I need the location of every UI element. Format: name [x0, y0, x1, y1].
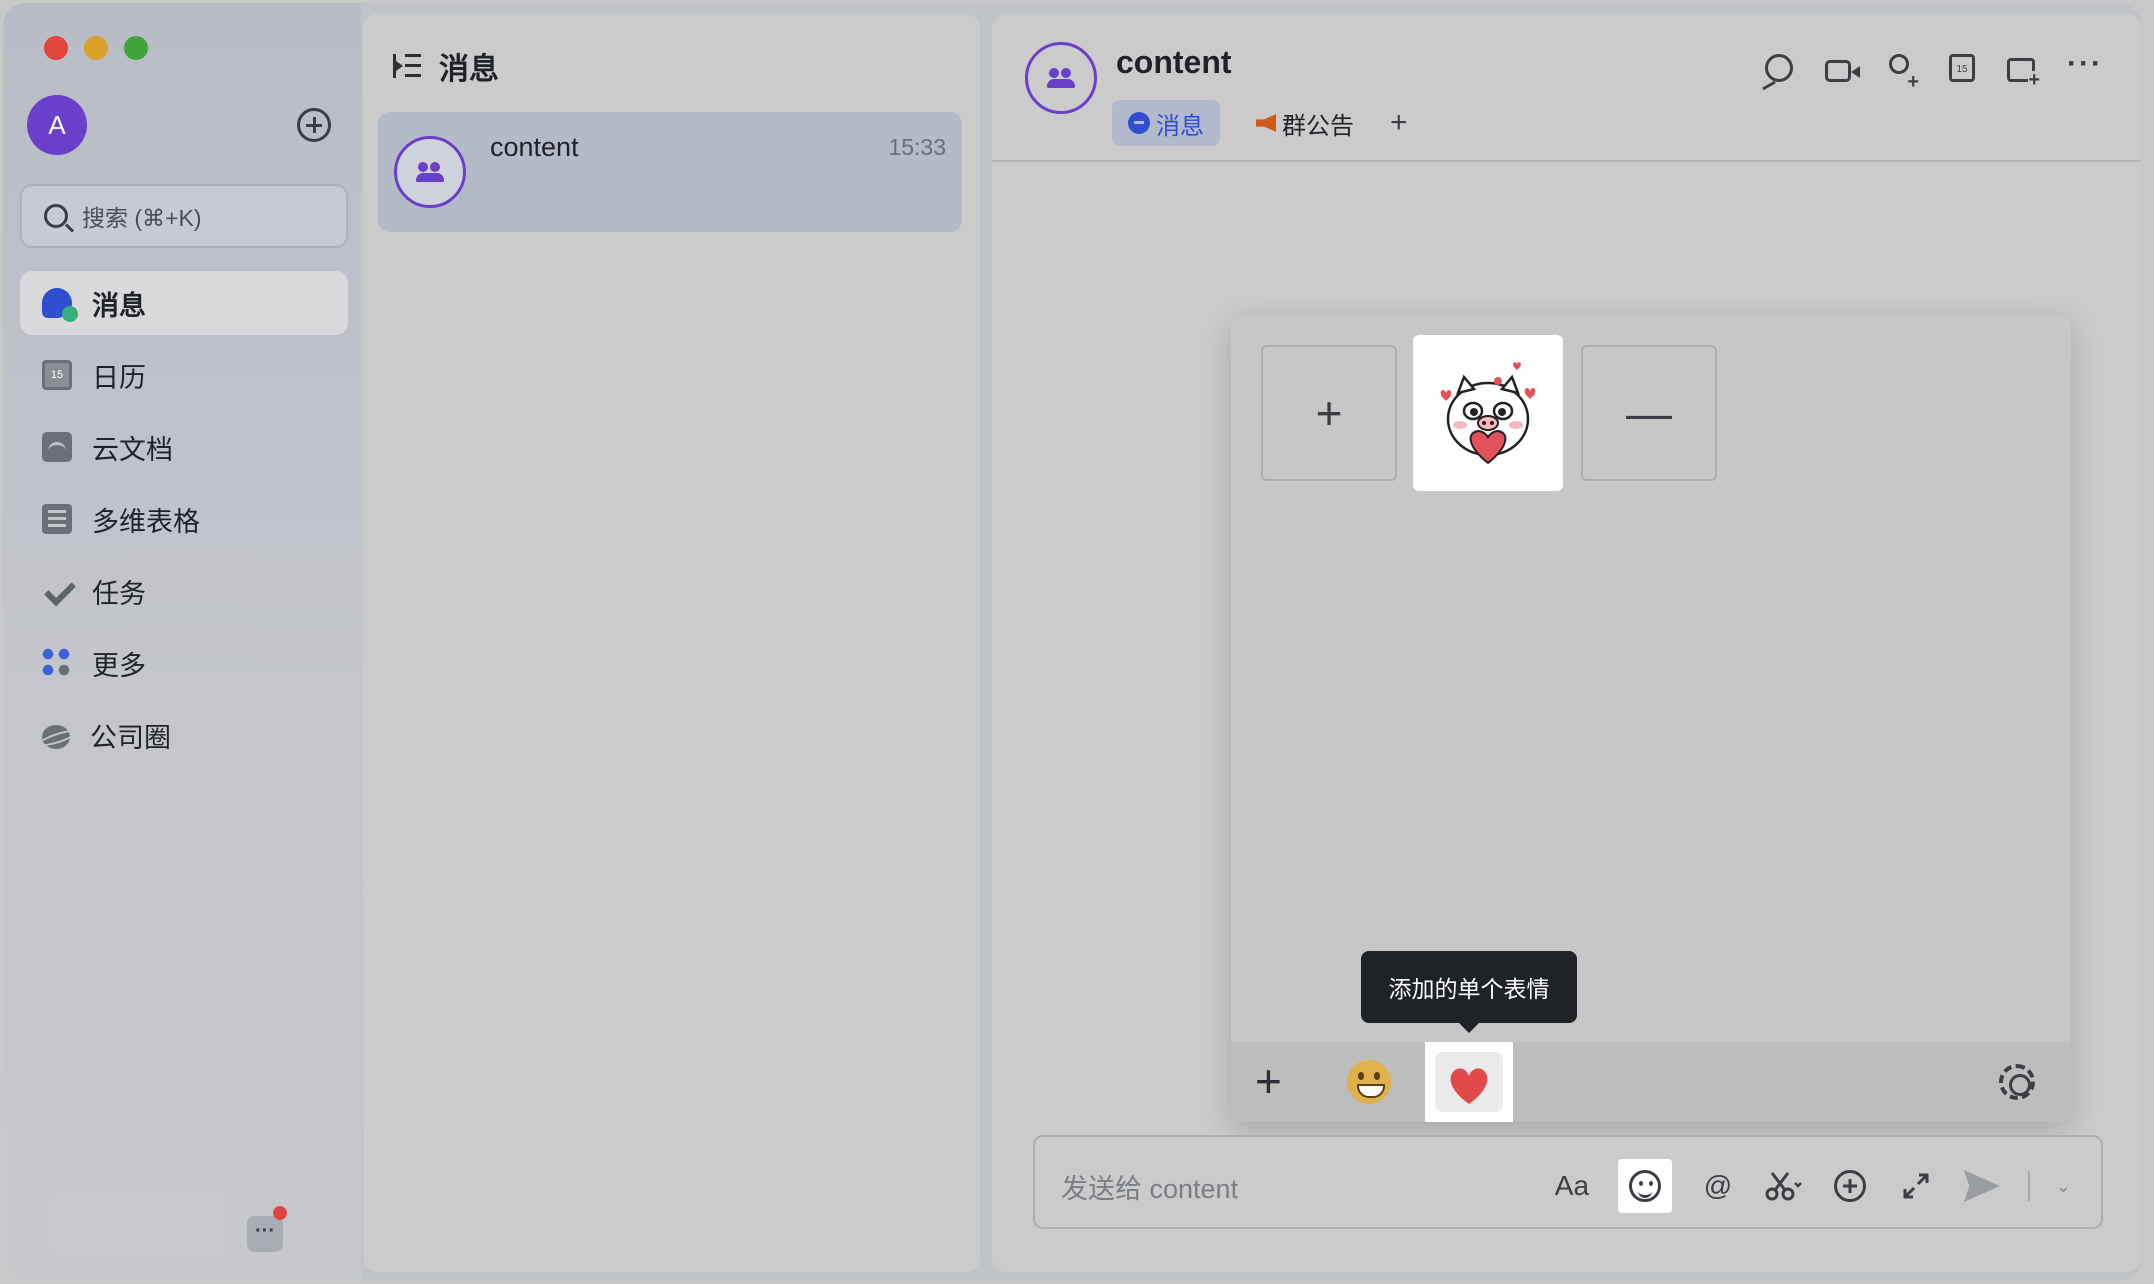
- chat-group-avatar[interactable]: [1025, 42, 1097, 114]
- message-input[interactable]: 发送给 content Aa @ ⌄: [1033, 1135, 2103, 1229]
- expand-icon[interactable]: [1896, 1166, 1936, 1206]
- send-icon: [1963, 1170, 2000, 1202]
- add-member-icon[interactable]: [1883, 54, 1919, 94]
- favorites-tab-bg: [1435, 1052, 1503, 1112]
- app-window: A 搜索 (⌘+K) 消息 日历 云文档 多维表格: [3, 3, 2141, 1281]
- tooltip: 添加的单个表情: [1361, 951, 1577, 1033]
- more-icon[interactable]: ···: [2067, 49, 2101, 88]
- collapse-list-icon[interactable]: [393, 54, 421, 78]
- megaphone-icon: [1256, 114, 1276, 132]
- header-divider: [992, 160, 2141, 162]
- chat-bubble-icon: [1128, 112, 1150, 134]
- sidebar-item-messages[interactable]: 消息: [20, 271, 348, 335]
- chat-title[interactable]: content: [1116, 44, 1232, 81]
- settings-gear-icon[interactable]: [1999, 1064, 2035, 1100]
- sidebar-item-label: 任务: [92, 578, 146, 609]
- add-emoji-pack-button[interactable]: +: [1255, 1058, 1282, 1104]
- add-sticker-button[interactable]: +: [1261, 345, 1397, 481]
- screenshot-icon[interactable]: [1764, 1166, 1804, 1206]
- video-call-icon[interactable]: [1825, 60, 1860, 82]
- sidebar-item-label: 更多: [92, 650, 146, 681]
- plus-circle-icon: [1833, 1170, 1866, 1202]
- heart-icon: [1450, 1068, 1488, 1104]
- sidebar-nav: 消息 日历 云文档 多维表格 任务 更多: [20, 271, 348, 775]
- conversation-name: content: [490, 132, 579, 162]
- conversation-item[interactable]: content 15:33: [378, 112, 962, 232]
- attach-plus-button[interactable]: [1830, 1166, 1870, 1206]
- add-new-button[interactable]: [297, 108, 331, 142]
- add-tab-icon[interactable]: [2007, 58, 2040, 89]
- input-toolbar: Aa @ ⌄: [1552, 1159, 2071, 1213]
- chat-toolbar: ···: [1765, 49, 2101, 94]
- emoji-tab-icon[interactable]: [1347, 1060, 1391, 1104]
- remove-sticker-button[interactable]: —: [1581, 345, 1717, 481]
- group-icon: [1047, 68, 1075, 88]
- add-tab-button[interactable]: +: [1390, 106, 1408, 140]
- sidebar-item-label: 公司圈: [90, 722, 171, 753]
- expand-arrows-icon: [1903, 1173, 1929, 1199]
- smile-icon: [1628, 1170, 1661, 1202]
- group-avatar: [394, 136, 466, 208]
- calendar-icon: [42, 360, 72, 390]
- conversation-list-panel: 消息 content 15:33: [363, 14, 980, 1272]
- table-icon: [42, 504, 72, 534]
- calendar-icon[interactable]: [1949, 54, 1975, 82]
- task-icon: [42, 576, 72, 606]
- search-box[interactable]: 搜索 (⌘+K): [20, 184, 348, 248]
- sidebar-item-docs[interactable]: 云文档: [20, 415, 348, 479]
- docs-icon: [42, 432, 72, 462]
- send-divider: [2027, 1171, 2030, 1201]
- list-title: 消息: [439, 53, 499, 86]
- sidebar-item-label: 日历: [92, 362, 146, 393]
- blurred-region: [49, 1193, 225, 1255]
- favorites-tab[interactable]: [1425, 1042, 1513, 1122]
- minimize-window-button[interactable]: [84, 36, 108, 60]
- apps-icon: [42, 648, 72, 678]
- search-placeholder: 搜索 (⌘+K): [82, 205, 202, 231]
- tab-label: 群公告: [1282, 112, 1354, 140]
- mention-icon[interactable]: @: [1698, 1166, 1738, 1206]
- search-icon: [44, 204, 68, 228]
- tab-announcement[interactable]: 群公告: [1240, 100, 1370, 146]
- send-button[interactable]: [1962, 1166, 2002, 1206]
- sidebar-item-base[interactable]: 多维表格: [20, 487, 348, 551]
- close-window-button[interactable]: [44, 36, 68, 60]
- list-header: 消息: [393, 44, 499, 88]
- more-options-button[interactable]: ···: [247, 1216, 283, 1252]
- sidebar: A 搜索 (⌘+K) 消息 日历 云文档 多维表格: [3, 3, 361, 1281]
- sidebar-item-calendar[interactable]: 日历: [20, 343, 348, 407]
- planet-icon: [42, 725, 70, 749]
- sidebar-item-label: 云文档: [92, 434, 173, 465]
- tab-messages[interactable]: 消息: [1112, 100, 1220, 146]
- emoji-button[interactable]: [1617, 1159, 1672, 1213]
- chevron-down-icon[interactable]: ⌄: [2056, 1176, 2071, 1197]
- chat-tabs: 消息 群公告 +: [1112, 100, 1408, 146]
- message-input-placeholder: 发送给 content: [1061, 1174, 1239, 1204]
- sidebar-item-tasks[interactable]: 任务: [20, 559, 348, 623]
- user-avatar[interactable]: A: [27, 95, 87, 155]
- message-icon: [42, 288, 78, 322]
- group-icon: [416, 162, 444, 182]
- sidebar-item-moments[interactable]: 公司圈: [20, 703, 348, 767]
- conversation-time: 15:33: [888, 134, 946, 160]
- search-chat-icon[interactable]: [1765, 54, 1793, 82]
- sidebar-item-label: 多维表格: [92, 506, 200, 537]
- sidebar-item-more[interactable]: 更多: [20, 631, 348, 695]
- tab-label: 消息: [1156, 112, 1204, 140]
- emoji-panel-tabs: +: [1231, 1042, 2071, 1122]
- notification-dot: [273, 1206, 287, 1220]
- scissors-icon: [1765, 1172, 1802, 1201]
- sticker-item[interactable]: [1413, 335, 1563, 491]
- format-text-icon[interactable]: Aa: [1552, 1166, 1592, 1206]
- sidebar-item-label: 消息: [92, 290, 146, 321]
- emoji-panel: + — +: [1231, 315, 2071, 1122]
- zoom-window-button[interactable]: [124, 36, 148, 60]
- pig-sticker-icon: [1440, 362, 1536, 465]
